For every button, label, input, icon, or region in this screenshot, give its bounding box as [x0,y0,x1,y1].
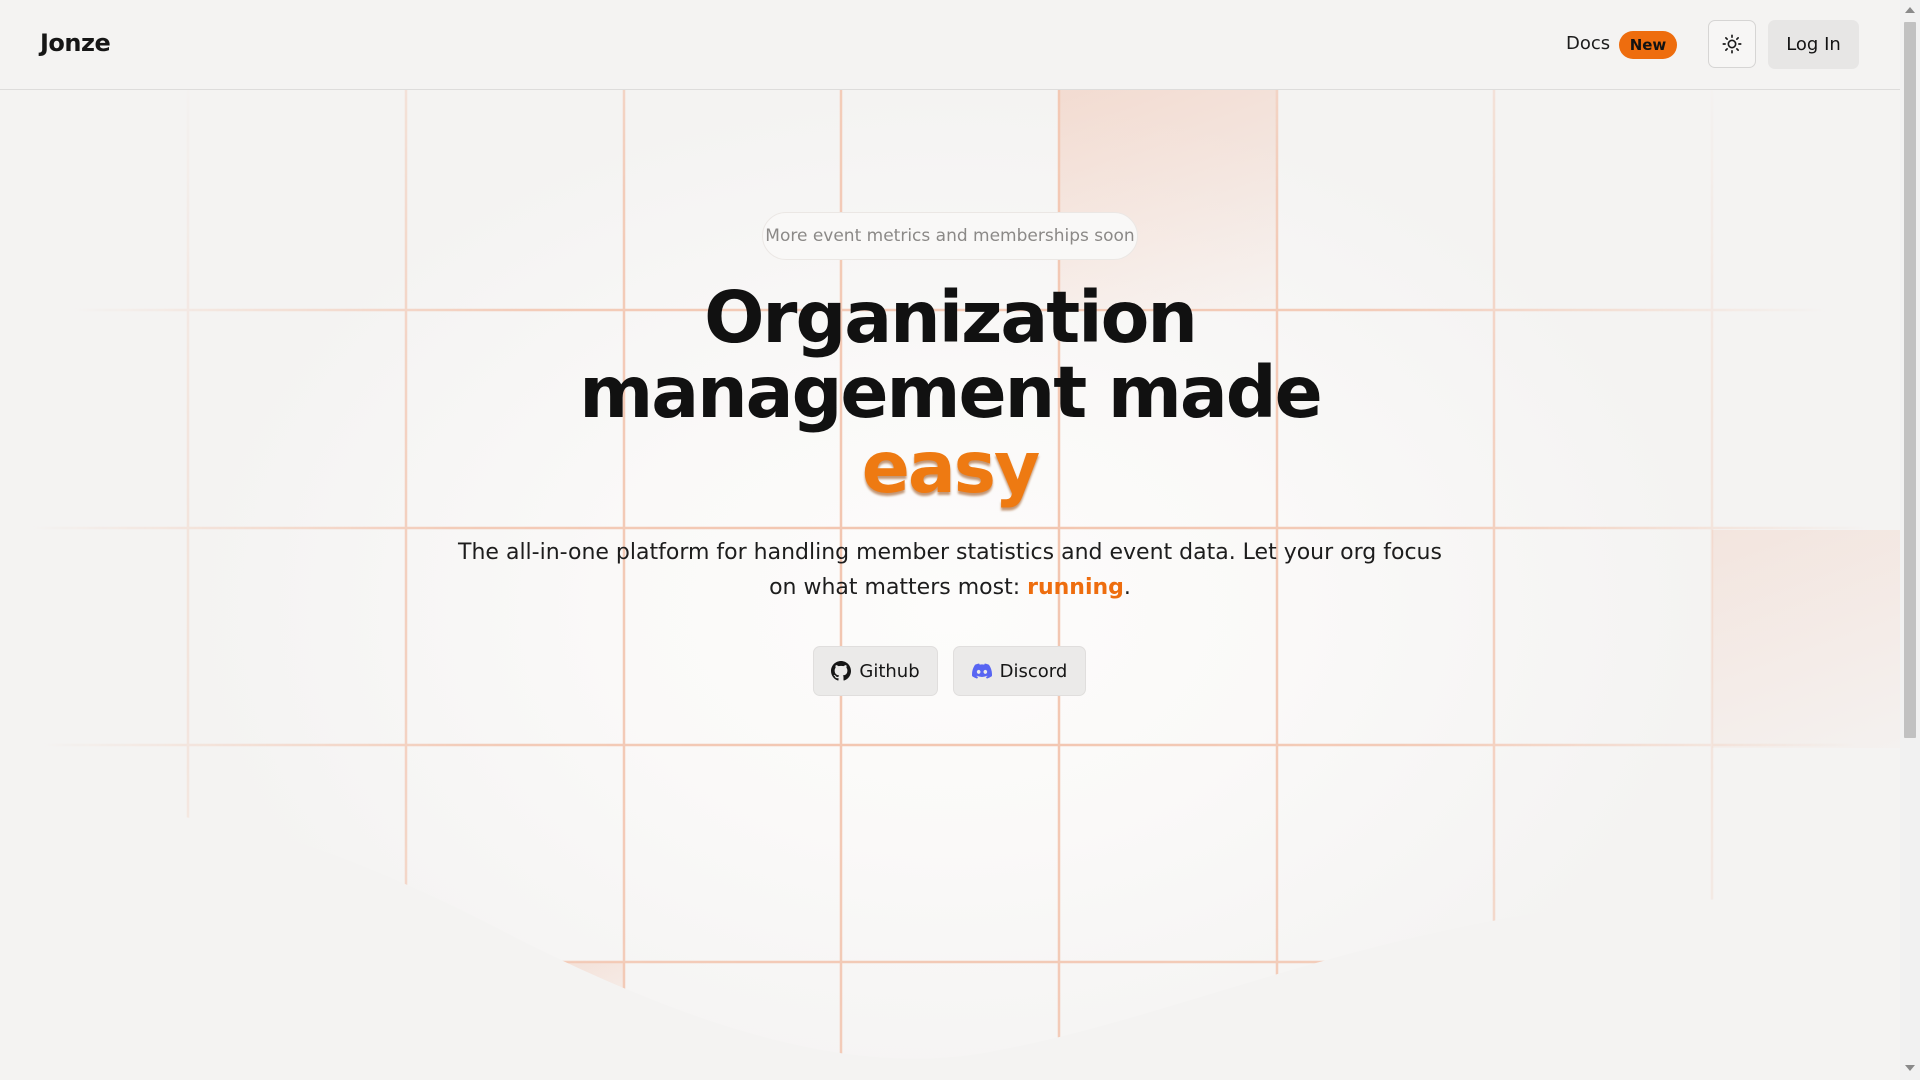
top-nav: Jonze Docs New Log In [0,0,1900,90]
subtext-line-2: on what matters most: [769,575,1028,600]
announcement-pill[interactable]: More event metrics and memberships soon [762,212,1138,260]
headline-line-1: Organization [704,276,1198,359]
theme-toggle-button[interactable] [1708,20,1756,68]
scrollbar-thumb[interactable] [1904,22,1916,738]
subtext-line-1: The all-in-one platform for handling mem… [458,540,1442,565]
headline-accent-word: easy [861,426,1041,509]
docs-link[interactable]: Docs [1566,33,1610,54]
hero-section: More event metrics and memberships soon … [0,0,1900,1080]
landing-page: Jonze Docs New Log In More event metrics… [0,0,1920,1080]
scroll-down-icon[interactable] [1905,1065,1915,1071]
sun-icon [1722,34,1742,54]
cta-row: Github Discord [0,646,1900,696]
github-button-label: Github [859,660,920,682]
scroll-up-icon[interactable] [1905,7,1915,13]
hero-headline: Organization management made easy [540,280,1360,505]
page-scrollbar[interactable] [1900,0,1920,1080]
github-icon [831,661,852,681]
brand-logo[interactable]: Jonze [40,29,111,57]
hero-subtext: The all-in-one platform for handling mem… [450,535,1450,605]
github-button[interactable]: Github [813,646,938,696]
discord-icon [971,661,992,681]
subtext-accent-word: running [1027,575,1124,600]
headline-line-2: management made [579,351,1323,434]
discord-button[interactable]: Discord [953,646,1086,696]
login-button[interactable]: Log In [1768,20,1859,69]
discord-button-label: Discord [999,660,1068,682]
new-badge[interactable]: New [1619,31,1677,59]
subtext-period: . [1123,575,1131,600]
